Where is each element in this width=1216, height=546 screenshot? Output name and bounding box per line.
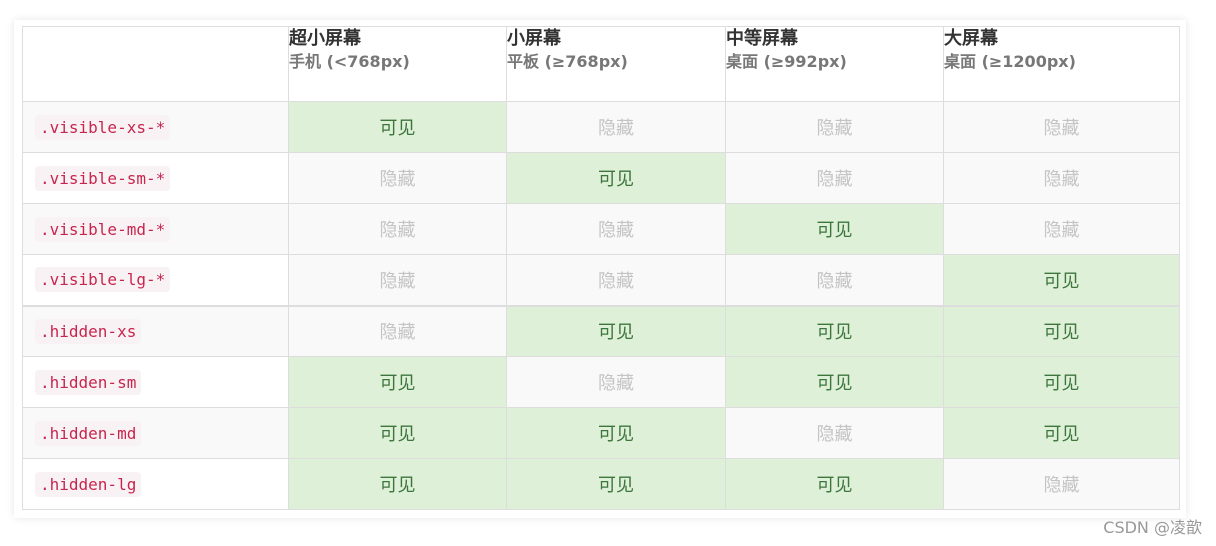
value-cell: 可见 — [288, 101, 507, 153]
value-cell: 隐藏 — [288, 304, 507, 357]
class-name-cell: .visible-sm-* — [22, 152, 289, 204]
value-cell: 隐藏 — [943, 152, 1180, 204]
header-subtitle: 平板 (≥768px) — [507, 52, 628, 71]
value-cell: 可见 — [506, 458, 726, 510]
class-name-code: .visible-sm-* — [35, 165, 171, 191]
table-row: .hidden-md 可见 可见 隐藏 可见 — [22, 407, 1180, 459]
value-cell: 可见 — [725, 203, 944, 255]
value-cell: 可见 — [725, 458, 944, 510]
watermark: CSDN @凌歆 — [1103, 518, 1202, 537]
value-cell: 隐藏 — [943, 101, 1180, 153]
header-title: 大屏幕 — [944, 28, 998, 49]
value-cell: 可见 — [943, 254, 1180, 306]
class-name-code: .hidden-sm — [35, 369, 142, 395]
value-cell: 可见 — [506, 407, 726, 459]
value-cell: 可见 — [943, 407, 1180, 459]
value-cell: 隐藏 — [725, 407, 944, 459]
header-title: 超小屏幕 — [289, 28, 361, 49]
class-name-code: .visible-xs-* — [35, 114, 171, 140]
value-cell: 隐藏 — [506, 356, 726, 408]
table-body: .visible-xs-* 可见 隐藏 隐藏 隐藏 .visible-sm-* … — [22, 101, 1180, 510]
header-title: 小屏幕 — [507, 28, 561, 49]
value-cell: 隐藏 — [725, 101, 944, 153]
responsive-visibility-table: 超小屏幕 手机 (<768px) 小屏幕 平板 (≥768px) 中等屏幕 桌面… — [22, 26, 1180, 510]
class-name-code: .visible-md-* — [35, 216, 171, 242]
class-name-cell: .visible-xs-* — [22, 101, 289, 153]
table-row: .hidden-sm 可见 隐藏 可见 可见 — [22, 356, 1180, 408]
class-name-cell: .visible-lg-* — [22, 254, 289, 306]
class-name-cell: .visible-md-* — [22, 203, 289, 255]
value-cell: 可见 — [506, 304, 726, 357]
header-title: 中等屏幕 — [726, 28, 798, 49]
class-name-code: .hidden-md — [35, 420, 142, 446]
class-name-code: .hidden-lg — [35, 471, 142, 497]
class-name-code: .hidden-xs — [35, 318, 142, 344]
value-cell: 隐藏 — [288, 254, 507, 306]
table-row: .visible-md-* 隐藏 隐藏 可见 隐藏 — [22, 203, 1180, 255]
header-cell-md: 中等屏幕 桌面 (≥992px) — [725, 26, 944, 102]
value-cell: 可见 — [725, 356, 944, 408]
class-name-cell: .hidden-md — [22, 407, 289, 459]
value-cell: 可见 — [943, 356, 1180, 408]
header-cell-xs: 超小屏幕 手机 (<768px) — [288, 26, 507, 102]
value-cell: 隐藏 — [943, 203, 1180, 255]
table-row: .visible-lg-* 隐藏 隐藏 隐藏 可见 — [22, 254, 1180, 306]
value-cell: 隐藏 — [725, 254, 944, 306]
value-cell: 隐藏 — [288, 152, 507, 204]
value-cell: 可见 — [725, 304, 944, 357]
table-row: .hidden-lg 可见 可见 可见 隐藏 — [22, 458, 1180, 510]
class-name-code: .visible-lg-* — [35, 267, 171, 293]
table-row: .hidden-xs 隐藏 可见 可见 可见 — [22, 304, 1180, 357]
header-subtitle: 桌面 (≥1200px) — [944, 52, 1076, 71]
value-cell: 可见 — [288, 458, 507, 510]
value-cell: 隐藏 — [943, 458, 1180, 510]
class-name-cell: .hidden-lg — [22, 458, 289, 510]
table-row: .visible-xs-* 可见 隐藏 隐藏 隐藏 — [22, 101, 1180, 153]
value-cell: 隐藏 — [506, 254, 726, 306]
value-cell: 可见 — [506, 152, 726, 204]
header-row: 超小屏幕 手机 (<768px) 小屏幕 平板 (≥768px) 中等屏幕 桌面… — [22, 26, 1180, 102]
header-cell-sm: 小屏幕 平板 (≥768px) — [506, 26, 726, 102]
header-cell-blank — [22, 26, 289, 102]
value-cell: 隐藏 — [506, 203, 726, 255]
table-row: .visible-sm-* 隐藏 可见 隐藏 隐藏 — [22, 152, 1180, 204]
value-cell: 可见 — [943, 304, 1180, 357]
header-subtitle: 手机 (<768px) — [289, 52, 410, 71]
value-cell: 可见 — [288, 356, 507, 408]
value-cell: 隐藏 — [506, 101, 726, 153]
value-cell: 可见 — [288, 407, 507, 459]
value-cell: 隐藏 — [725, 152, 944, 204]
value-cell: 隐藏 — [288, 203, 507, 255]
header-cell-lg: 大屏幕 桌面 (≥1200px) — [943, 26, 1180, 102]
class-name-cell: .hidden-xs — [22, 304, 289, 357]
class-name-cell: .hidden-sm — [22, 356, 289, 408]
header-subtitle: 桌面 (≥992px) — [726, 52, 847, 71]
